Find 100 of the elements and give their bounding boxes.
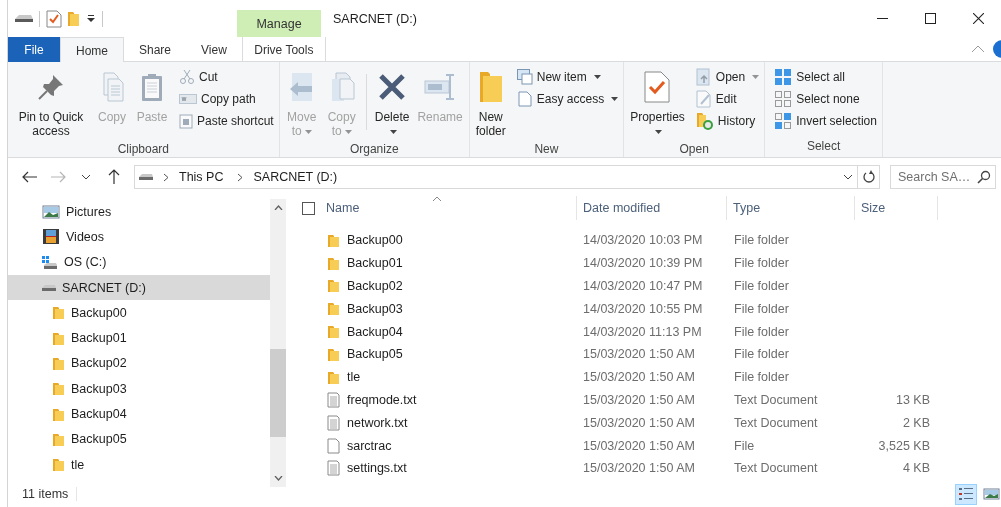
item-count: 11 items xyxy=(22,487,78,501)
file-name[interactable]: sarctrac xyxy=(347,438,392,453)
column-header[interactable]: Date modified xyxy=(577,196,727,220)
file-type: File folder xyxy=(734,256,789,271)
column-header[interactable]: Type xyxy=(727,196,855,220)
ribbon-button[interactable]: Select none xyxy=(772,89,879,109)
nav-item[interactable]: Backup01 xyxy=(8,325,270,351)
file-name[interactable]: freqmode.txt xyxy=(347,392,417,407)
drive-icon xyxy=(139,174,153,180)
chevron-icon[interactable] xyxy=(237,172,244,182)
file-name[interactable]: Backup02 xyxy=(347,279,403,293)
date-modified: 14/03/2020 10:03 PM xyxy=(583,233,703,248)
maximize-icon[interactable] xyxy=(924,13,936,24)
ribbon-tab[interactable]: Home xyxy=(60,37,124,63)
file-type: File folder xyxy=(734,279,789,293)
breadcrumb[interactable]: This PC xyxy=(175,170,228,184)
dropdown-icon[interactable] xyxy=(843,174,853,180)
ribbon-button[interactable]: New item xyxy=(514,67,621,87)
drive-icon xyxy=(42,284,56,291)
file-type: File folder xyxy=(734,347,789,362)
folder-icon xyxy=(327,278,340,294)
close-icon[interactable] xyxy=(972,13,984,24)
select-all-checkbox[interactable] xyxy=(302,201,315,215)
drive-icon xyxy=(15,15,33,22)
group-label: New xyxy=(533,141,560,158)
scroll-down-icon[interactable] xyxy=(273,476,283,481)
group-label: Clipboard xyxy=(116,141,171,158)
nav-item[interactable]: Videos xyxy=(8,224,270,250)
ribbon-button[interactable]: History xyxy=(693,111,762,131)
ribbon-button[interactable]: Select all xyxy=(772,67,879,87)
nav-item[interactable]: Backup05 xyxy=(8,426,270,452)
scroll-thumb[interactable] xyxy=(270,349,286,437)
ribbon-button[interactable]: Delete xyxy=(371,66,413,140)
ribbon-button[interactable]: Pin to Quick access xyxy=(11,66,91,140)
new-item-icon xyxy=(516,69,533,85)
nav-item[interactable]: Backup04 xyxy=(8,401,270,427)
dropdown-icon[interactable] xyxy=(86,13,96,24)
column-header[interactable]: Size xyxy=(855,196,938,220)
file-size: 4 KB xyxy=(902,461,930,476)
file-type: File folder xyxy=(734,301,789,316)
ribbon-button[interactable]: Invert selection xyxy=(772,111,879,131)
recent-locations-icon[interactable] xyxy=(81,174,91,180)
ribbon-tab[interactable]: Share xyxy=(124,37,187,62)
date-modified: 14/03/2020 10:55 PM xyxy=(583,301,703,316)
file-size: 2 KB xyxy=(902,415,930,430)
pictures-icon xyxy=(42,203,60,220)
folder-icon xyxy=(477,70,504,104)
file-name[interactable]: Backup05 xyxy=(347,347,403,362)
properties-icon[interactable] xyxy=(46,9,62,28)
ribbon-tab[interactable]: View xyxy=(186,37,242,62)
file-icon xyxy=(327,437,340,454)
ribbon-button[interactable]: Properties xyxy=(627,66,688,140)
nav-item[interactable]: Backup03 xyxy=(8,376,270,402)
file-type: Text Document xyxy=(734,415,818,430)
file-size: 13 KB xyxy=(895,392,930,407)
nav-item[interactable]: tle xyxy=(8,451,270,478)
file-type: Text Document xyxy=(734,392,818,407)
file-name[interactable]: Backup04 xyxy=(347,324,403,339)
scrollbar[interactable] xyxy=(270,199,286,487)
ribbon-button[interactable]: New folder xyxy=(472,66,509,140)
file-name[interactable]: network.txt xyxy=(347,415,408,430)
column-header[interactable]: Name xyxy=(326,201,360,215)
file-name[interactable]: tle xyxy=(347,370,361,385)
nav-item[interactable]: OS (C:) xyxy=(8,249,270,275)
chevron-icon[interactable] xyxy=(163,172,169,182)
nav-item[interactable]: Pictures xyxy=(8,199,270,225)
file-type: File xyxy=(734,438,755,453)
file-name[interactable]: Backup00 xyxy=(347,233,403,248)
invert-selection-icon xyxy=(774,112,793,130)
file-name[interactable]: Backup03 xyxy=(347,301,403,316)
file-type: Text Document xyxy=(734,461,818,476)
search-field[interactable]: Search SA… xyxy=(890,165,996,189)
nav-item[interactable]: Backup02 xyxy=(8,350,270,377)
search-icon[interactable] xyxy=(977,170,991,184)
folder-icon xyxy=(327,255,340,271)
nav-item[interactable]: Backup00 xyxy=(8,300,270,326)
folder-icon xyxy=(327,346,340,362)
back-icon[interactable] xyxy=(22,171,38,183)
group-label: Organize xyxy=(348,141,400,158)
folder-icon xyxy=(52,457,65,473)
scroll-up-icon[interactable] xyxy=(273,205,283,210)
collapse-ribbon-icon[interactable] xyxy=(971,45,985,53)
page-icon xyxy=(516,91,533,107)
path-icon xyxy=(179,93,197,105)
refresh-icon[interactable] xyxy=(862,170,875,184)
file-name[interactable]: Backup01 xyxy=(347,256,403,271)
group-label: Open xyxy=(678,141,710,158)
text-file-icon xyxy=(327,414,340,431)
ribbon-button[interactable]: Easy access xyxy=(514,89,621,109)
file-tab[interactable]: File xyxy=(8,37,60,62)
up-icon[interactable] xyxy=(108,169,120,185)
breadcrumb[interactable]: SARCNET (D:) xyxy=(249,170,342,184)
date-modified: 15/03/2020 1:50 AM xyxy=(583,461,695,476)
file-type: File folder xyxy=(734,370,789,385)
nav-item[interactable]: SARCNET (D:) xyxy=(8,274,270,301)
date-modified: 14/03/2020 10:47 PM xyxy=(583,279,703,293)
file-name[interactable]: settings.txt xyxy=(347,461,407,476)
history-icon xyxy=(695,112,714,130)
date-modified: 14/03/2020 11:13 PM xyxy=(583,324,702,339)
address-bar[interactable]: This PC SARCNET (D:) xyxy=(134,165,880,189)
